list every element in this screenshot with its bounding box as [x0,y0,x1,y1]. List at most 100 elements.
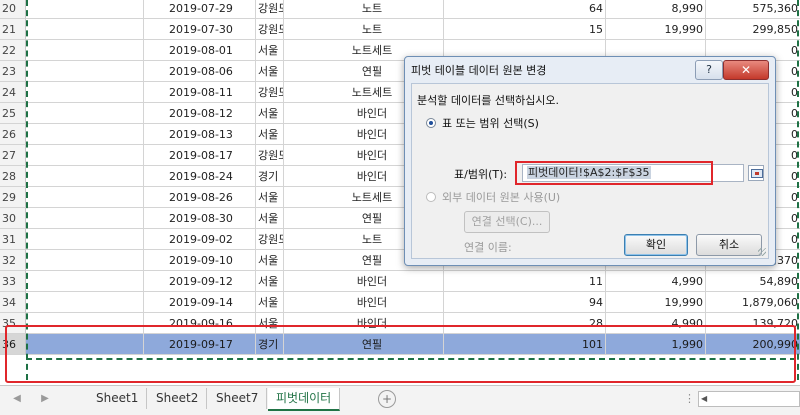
cell-date[interactable]: 2019-08-12 [144,103,256,124]
cell-date[interactable]: 2019-08-17 [144,145,256,166]
cell-region[interactable]: 강원도 [256,19,284,40]
cell-a[interactable] [26,145,144,166]
table-row[interactable]: 21 2019-07-30강원도노트1519,990299,850 [0,19,800,40]
cell-a[interactable] [26,229,144,250]
cell-price[interactable]: 1,990 [606,334,706,355]
cell-total[interactable]: 1,879,060 [706,292,800,313]
cell-a[interactable] [26,103,144,124]
table-row[interactable]: 35 2019-09-16 서울 바인더 28 4,990 139,720 [0,313,800,334]
cell-region[interactable]: 서울 [256,271,284,292]
tab-sheet2[interactable]: Sheet2 [148,388,208,409]
cell-region[interactable]: 강원도 [256,0,284,19]
cell-total[interactable]: 54,890 [706,271,800,292]
row-number[interactable]: 25 [0,103,26,124]
add-sheet-icon[interactable]: + [378,390,396,408]
radio-external-source-label[interactable]: 외부 데이터 원본 사용(U) [442,189,560,205]
cell-region[interactable]: 서울 [256,103,284,124]
cell-a[interactable] [26,271,144,292]
horizontal-scrollbar[interactable]: ◀ [698,391,800,407]
row-number[interactable]: 32 [0,250,26,271]
cell-a[interactable] [26,250,144,271]
cell-item[interactable]: 노트 [284,19,444,40]
row-number[interactable]: 28 [0,166,26,187]
row-number[interactable]: 26 [0,124,26,145]
row-number[interactable]: 23 [0,61,26,82]
cell-total[interactable]: 139,720 [706,313,800,334]
cell-date[interactable]: 2019-09-12 [144,271,256,292]
table-row[interactable]: 34 2019-09-14 서울 바인더 94 19,990 1,879,060 [0,292,800,313]
cell-region[interactable]: 서울 [256,61,284,82]
cell-region[interactable]: 서울 [256,208,284,229]
cell-date[interactable]: 2019-08-26 [144,187,256,208]
tab-scroll-left-icon[interactable]: ◀ [10,392,24,406]
cell-quantity[interactable]: 101 [444,334,606,355]
row-number[interactable]: 24 [0,82,26,103]
row-number[interactable]: 21 [0,19,26,40]
cell-a[interactable] [26,19,144,40]
row-number[interactable]: 29 [0,187,26,208]
cell-region[interactable]: 서울 [256,292,284,313]
cell-price[interactable]: 19,990 [606,19,706,40]
cell-item[interactable]: 바인더 [284,292,444,313]
row-number[interactable]: 30 [0,208,26,229]
row-number[interactable]: 35 [0,313,26,334]
cell-total[interactable]: 299,850 [706,19,800,40]
tab-sheet1[interactable]: Sheet1 [88,388,148,409]
cell-quantity[interactable]: 11 [444,271,606,292]
cell-a[interactable] [26,313,144,334]
ok-button[interactable]: 확인 [624,234,688,256]
collapse-dialog-icon[interactable] [748,165,764,181]
cell-date[interactable]: 2019-08-01 [144,40,256,61]
range-input[interactable]: 피벗데이터!$A$2:$F$35 [522,164,744,182]
row-number[interactable]: 34 [0,292,26,313]
cell-quantity[interactable]: 64 [444,0,606,19]
cell-item[interactable]: 노트 [284,0,444,19]
cell-date[interactable]: 2019-09-16 [144,313,256,334]
cell-date[interactable]: 2019-07-29 [144,0,256,19]
cell-a[interactable] [26,82,144,103]
cell-date[interactable]: 2019-09-17 [144,334,256,355]
tab-pivot-data[interactable]: 피벗데이터 [268,388,341,411]
cell-a[interactable] [26,187,144,208]
cell-quantity[interactable]: 94 [444,292,606,313]
tab-sheet7[interactable]: Sheet7 [208,388,268,409]
cell-date[interactable]: 2019-08-11 [144,82,256,103]
cell-a[interactable] [26,124,144,145]
cell-price[interactable]: 19,990 [606,292,706,313]
cell-region[interactable]: 서울 [256,124,284,145]
cell-region[interactable]: 서울 [256,250,284,271]
cell-a[interactable] [26,61,144,82]
cell-a[interactable] [26,334,144,355]
resize-grip-icon[interactable] [758,248,766,256]
close-button[interactable]: ✕ [723,60,769,80]
table-row[interactable]: 36 2019-09-17 경기 연필 101 1,990 200,990 [0,334,800,355]
tab-scroll-right-icon[interactable]: ▶ [38,392,52,406]
cell-date[interactable]: 2019-09-10 [144,250,256,271]
cell-item[interactable]: 바인더 [284,313,444,334]
cell-quantity[interactable]: 28 [444,313,606,334]
cell-price[interactable]: 4,990 [606,313,706,334]
cell-date[interactable]: 2019-09-14 [144,292,256,313]
cell-region[interactable]: 서울 [256,40,284,61]
cell-date[interactable]: 2019-08-06 [144,61,256,82]
cell-total[interactable]: 575,360 [706,0,800,19]
scroll-left-arrow-icon[interactable]: ◀ [701,394,707,403]
row-number[interactable]: 27 [0,145,26,166]
cell-date[interactable]: 2019-08-30 [144,208,256,229]
cell-price[interactable]: 8,990 [606,0,706,19]
cell-date[interactable]: 2019-09-02 [144,229,256,250]
cell-region[interactable]: 경기 [256,166,284,187]
choose-connection-button[interactable]: 연결 선택(C)... [464,211,550,233]
cell-a[interactable] [26,40,144,61]
cell-date[interactable]: 2019-08-13 [144,124,256,145]
table-row[interactable]: 20 2019-07-29강원도노트648,990575,360 [0,0,800,19]
cell-item[interactable]: 연필 [284,334,444,355]
row-number[interactable]: 31 [0,229,26,250]
cell-region[interactable]: 강원도 [256,82,284,103]
cell-date[interactable]: 2019-08-24 [144,166,256,187]
radio-table-range[interactable] [426,118,436,128]
row-number[interactable]: 33 [0,271,26,292]
row-number[interactable]: 36 [0,334,26,355]
cell-region[interactable]: 강원도 [256,145,284,166]
row-number[interactable]: 22 [0,40,26,61]
